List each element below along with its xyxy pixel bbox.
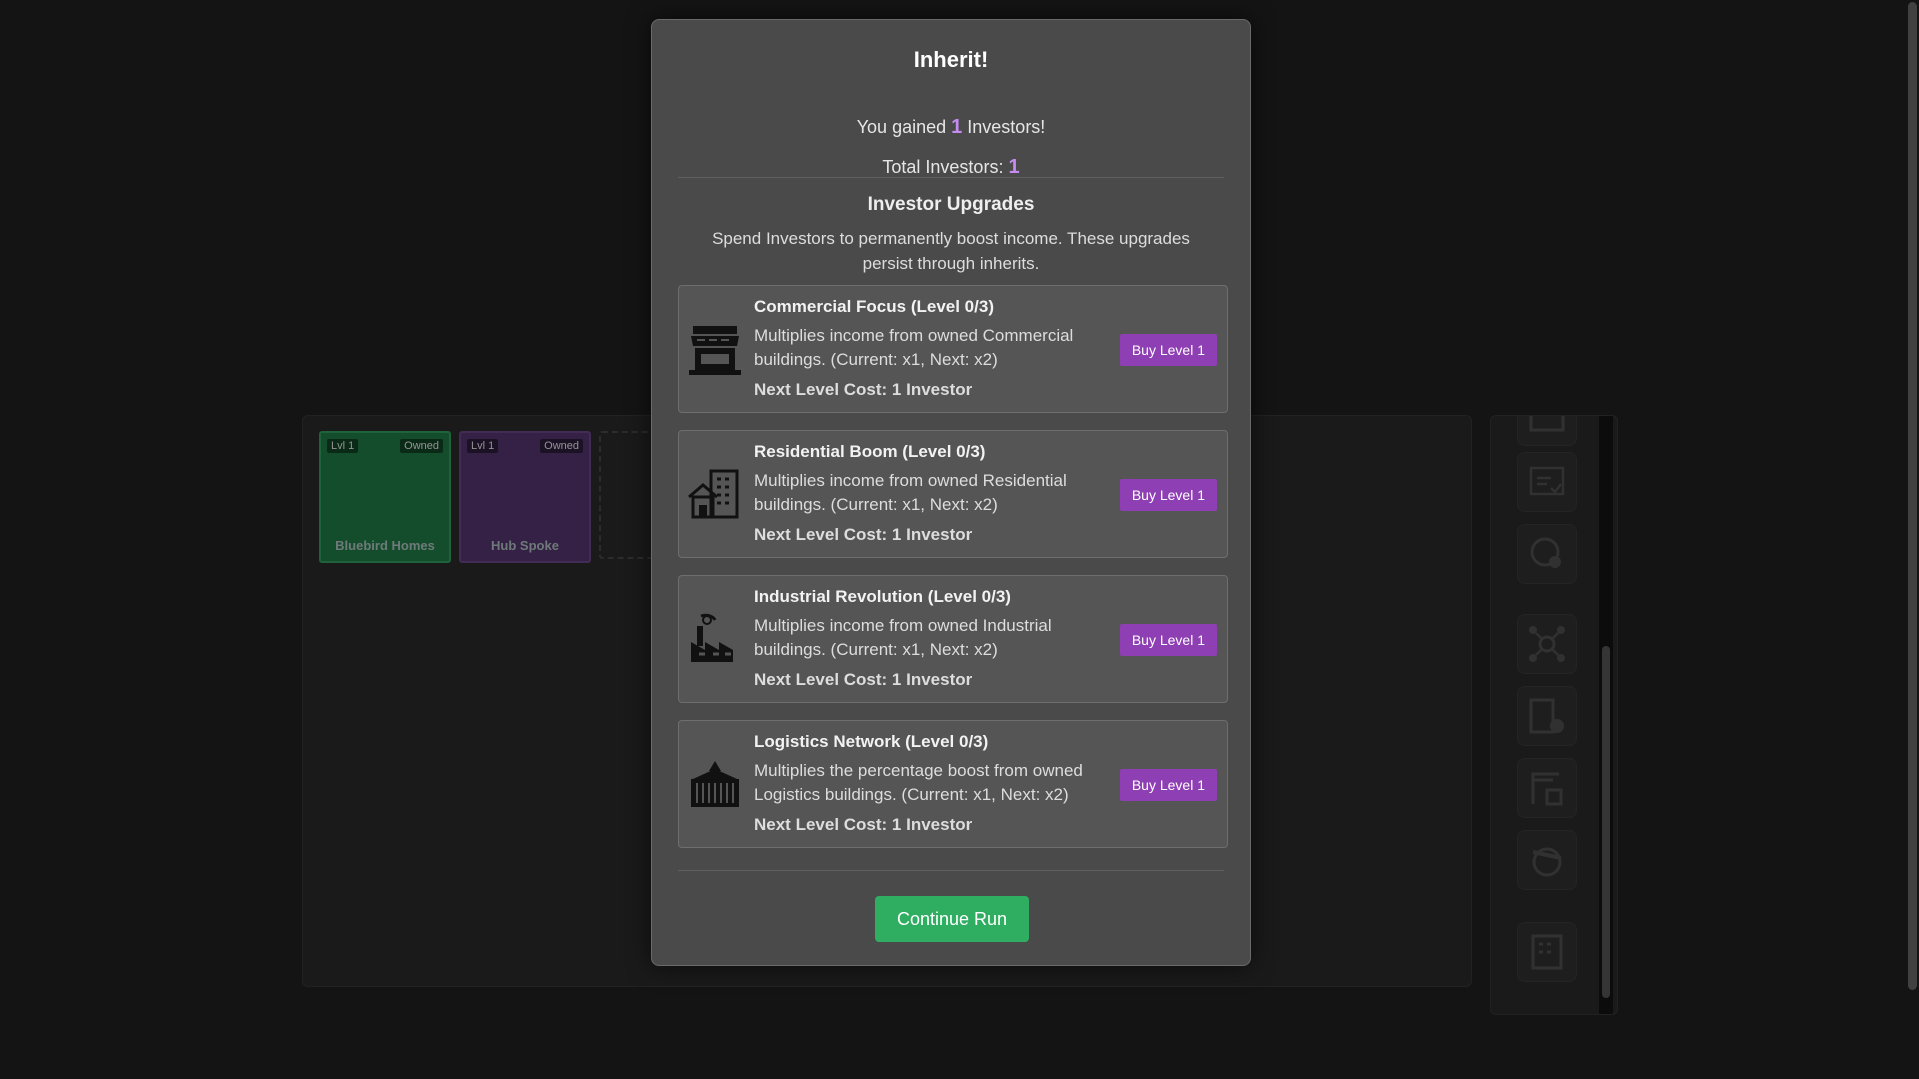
- buy-industrial-button[interactable]: Buy Level 1: [1119, 624, 1217, 656]
- upgrade-cost: Next Level Cost: 1 Investor: [754, 670, 973, 689]
- buy-logistics-button[interactable]: Buy Level 1: [1119, 769, 1217, 801]
- upgrade-title: Commercial Focus (Level 0/3): [754, 297, 994, 316]
- buy-residential-button[interactable]: Buy Level 1: [1119, 479, 1217, 511]
- upgrades-description: Spend Investors to permanently boost inc…: [712, 229, 1190, 273]
- upgrade-title: Logistics Network (Level 0/3): [754, 732, 989, 751]
- upgrade-card-commercial: Commercial Focus (Level 0/3) Multiplies …: [678, 285, 1228, 413]
- factory-icon: [691, 613, 733, 662]
- upgrade-description: Multiplies the percentage boost from own…: [754, 761, 1083, 804]
- upgrade-card-logistics: Logistics Network (Level 0/3) Multiplies…: [678, 720, 1228, 848]
- residential-building-icon: [688, 469, 739, 519]
- total-label: Total Investors:: [882, 157, 1004, 177]
- upgrade-description: Multiplies income from owned Residential…: [754, 471, 1067, 514]
- shipping-container-icon: [691, 761, 739, 807]
- divider: [678, 177, 1224, 178]
- inherit-modal: Inherit! You gained 1 Investors! Total I…: [651, 19, 1251, 966]
- upgrade-cost: Next Level Cost: 1 Investor: [754, 815, 973, 834]
- gained-suffix: Investors!: [967, 117, 1046, 137]
- buy-commercial-button[interactable]: Buy Level 1: [1119, 334, 1217, 366]
- investors-gained-text: You gained 1 Investors!: [652, 116, 1250, 139]
- upgrade-card-residential: Residential Boom (Level 0/3) Multiplies …: [678, 430, 1228, 558]
- upgrade-description: Multiplies income from owned Industrial …: [754, 616, 1052, 659]
- total-investors-text: Total Investors: 1: [652, 156, 1250, 179]
- upgrade-title: Residential Boom (Level 0/3): [754, 442, 986, 461]
- upgrade-card-industrial: Industrial Revolution (Level 0/3) Multip…: [678, 575, 1228, 703]
- divider: [678, 870, 1224, 871]
- upgrade-cost: Next Level Cost: 1 Investor: [754, 380, 973, 399]
- gained-value: 1: [951, 116, 963, 138]
- modal-title: Inherit!: [913, 47, 989, 72]
- upgrade-description: Multiplies income from owned Commercial …: [754, 326, 1074, 369]
- upgrades-heading: Investor Upgrades: [867, 194, 1035, 215]
- continue-run-button[interactable]: Continue Run: [875, 896, 1029, 942]
- total-value: 1: [1008, 156, 1020, 178]
- storefront-icon: [689, 326, 741, 375]
- gained-prefix: You gained: [856, 117, 947, 137]
- upgrade-cost: Next Level Cost: 1 Investor: [754, 525, 973, 544]
- upgrade-title: Industrial Revolution (Level 0/3): [754, 587, 1011, 606]
